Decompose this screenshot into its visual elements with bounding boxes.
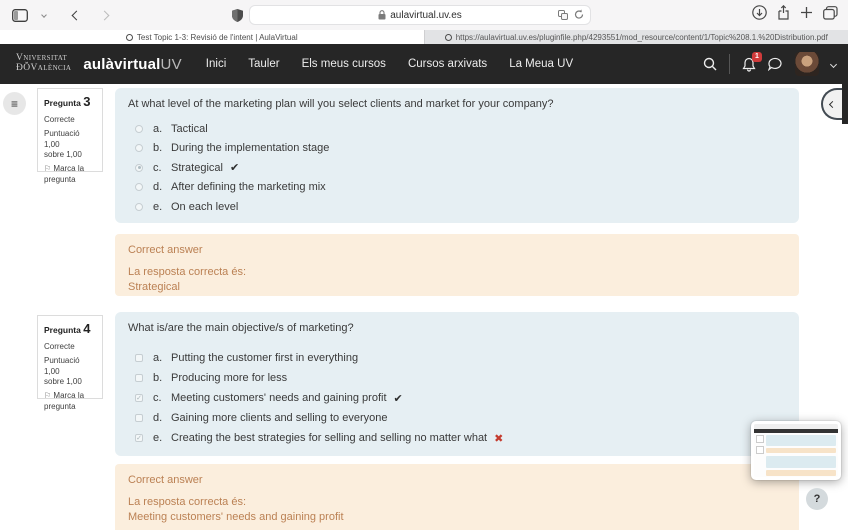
question-4-block: What is/are the main objective/s of mark… — [115, 312, 799, 456]
sidebar-toggle-icon[interactable] — [10, 5, 30, 25]
checkbox-unchecked[interactable] — [135, 374, 143, 382]
tab-bar: Test Topic 1-3: Revisió de l'intent | Au… — [0, 30, 848, 44]
radio-unchecked[interactable] — [135, 144, 143, 152]
radio-unchecked[interactable] — [135, 183, 143, 191]
radio-checked[interactable] — [135, 164, 143, 172]
question-4-feedback: Correct answer La resposta correcta és: … — [115, 464, 799, 530]
question-3-info: Pregunta 3 Correcte Puntuació 1,00 sobre… — [37, 88, 103, 172]
question-grade: Puntuació 1,00 sobre 1,00 — [44, 129, 96, 160]
university-logo[interactable]: Vniversitat ĐŎValència — [16, 54, 71, 74]
reload-icon[interactable] — [574, 9, 584, 20]
notification-badge: 1 — [752, 52, 762, 62]
translate-icon[interactable] — [558, 10, 568, 20]
user-menu-chevron-icon[interactable] — [830, 60, 837, 67]
tab-pdf-resource[interactable]: https://aulavirtual.uv.es/pluginfile.php… — [424, 30, 848, 44]
flag-question-link[interactable]: ⚐ Marca la pregunta — [44, 164, 96, 185]
question-state: Correcte — [44, 342, 96, 352]
privacy-shield-icon[interactable] — [232, 9, 243, 22]
browser-window: aulavirtual.uv.es — [0, 0, 848, 530]
tab-title: Test Topic 1-3: Revisió de l'intent | Au… — [137, 33, 298, 42]
answer-option[interactable]: a. Putting the customer first in everyth… — [128, 348, 786, 368]
tab-favicon — [445, 34, 452, 41]
checkbox-unchecked[interactable] — [135, 354, 143, 362]
browser-toolbar: aulavirtual.uv.es — [0, 0, 848, 30]
answer-option[interactable]: b. Producing more for less — [128, 368, 786, 388]
correct-mark-icon — [394, 392, 403, 405]
radio-unchecked[interactable] — [135, 125, 143, 133]
page-preview-content — [754, 424, 838, 477]
nav-item-inici[interactable]: Inici — [206, 58, 226, 70]
notifications-bell-icon[interactable]: 1 — [742, 57, 756, 72]
nav-item-els-meus-cursos[interactable]: Els meus cursos — [302, 58, 386, 70]
answer-option[interactable]: e. On each level — [128, 197, 786, 217]
answer-option[interactable]: d. After defining the marketing mix — [128, 178, 786, 198]
block-drawer-edge — [842, 84, 848, 124]
site-navbar: Vniversitat ĐŎValència aulàvirtualUV Ini… — [0, 44, 848, 84]
correct-mark-icon — [230, 161, 239, 174]
forward-button — [94, 5, 114, 25]
chevron-left-icon — [829, 100, 836, 107]
avatar[interactable] — [795, 52, 819, 76]
search-icon[interactable] — [703, 57, 717, 71]
answer-option[interactable]: e. Creating the best strategies for sell… — [128, 428, 786, 448]
radio-unchecked[interactable] — [135, 203, 143, 211]
nav-item-la-meua-uv[interactable]: La Meua UV — [509, 58, 573, 70]
downloads-icon[interactable] — [752, 5, 767, 20]
block-drawer-toggle[interactable] — [821, 88, 842, 120]
answer-option[interactable]: c. Meeting customers' needs and gaining … — [128, 388, 786, 408]
incorrect-mark-icon — [494, 432, 503, 445]
aulavirtual-logo[interactable]: aulàvirtualUV — [83, 56, 181, 73]
share-icon[interactable] — [777, 5, 790, 20]
nav-item-tauler[interactable]: Tauler — [248, 58, 279, 70]
answer-option[interactable]: b. During the implementation stage — [128, 139, 786, 159]
back-button[interactable] — [66, 5, 86, 25]
question-3-block: At what level of the marketing plan will… — [115, 88, 799, 223]
answer-option[interactable]: c. Strategical — [128, 158, 786, 178]
checkbox-checked[interactable] — [135, 434, 143, 442]
list-icon: ≡ — [11, 97, 18, 111]
url-text: aulavirtual.uv.es — [390, 10, 462, 21]
page-preview-thumbnail[interactable] — [751, 421, 841, 480]
question-text: At what level of the marketing plan will… — [128, 98, 786, 110]
flag-icon: ⚐ — [44, 164, 51, 173]
flag-icon: ⚐ — [44, 391, 51, 400]
sidebar-menu-chevron-icon[interactable] — [34, 5, 54, 25]
question-grade: Puntuació 1,00 sobre 1,00 — [44, 356, 96, 387]
checkbox-unchecked[interactable] — [135, 414, 143, 422]
quiz-review-page: ≡ Pregunta 3 Correcte Puntuació 1,00 sob… — [0, 84, 848, 530]
address-bar[interactable]: aulavirtual.uv.es — [249, 5, 591, 25]
flag-question-link[interactable]: ⚐ Marca la pregunta — [44, 391, 96, 412]
divider — [729, 54, 730, 74]
question-3-feedback: Correct answer La resposta correcta és: … — [115, 234, 799, 296]
question-state: Correcte — [44, 115, 96, 125]
nav-item-cursos-arxivats[interactable]: Cursos arxivats — [408, 58, 487, 70]
question-mark-icon: ? — [814, 493, 821, 505]
lock-icon — [378, 10, 386, 20]
main-nav: Inici Tauler Els meus cursos Cursos arxi… — [206, 58, 573, 70]
question-text: What is/are the main objective/s of mark… — [128, 322, 786, 334]
new-tab-icon[interactable] — [800, 6, 813, 19]
answer-option[interactable]: d. Gaining more clients and selling to e… — [128, 408, 786, 428]
tab-overview-icon[interactable] — [823, 6, 838, 20]
browser-chrome: aulavirtual.uv.es — [0, 0, 848, 44]
help-button[interactable]: ? — [806, 488, 828, 510]
answer-option[interactable]: a. Tactical — [128, 119, 786, 139]
quiz-nav-drawer-toggle[interactable]: ≡ — [3, 92, 26, 115]
tab-title: https://aulavirtual.uv.es/pluginfile.php… — [456, 33, 828, 42]
question-4-info: Pregunta 4 Correcte Puntuació 1,00 sobre… — [37, 315, 103, 399]
tab-favicon — [126, 34, 133, 41]
tab-quiz-review[interactable]: Test Topic 1-3: Revisió de l'intent | Au… — [0, 30, 424, 44]
checkbox-checked[interactable] — [135, 394, 143, 402]
messages-icon[interactable] — [768, 57, 783, 71]
